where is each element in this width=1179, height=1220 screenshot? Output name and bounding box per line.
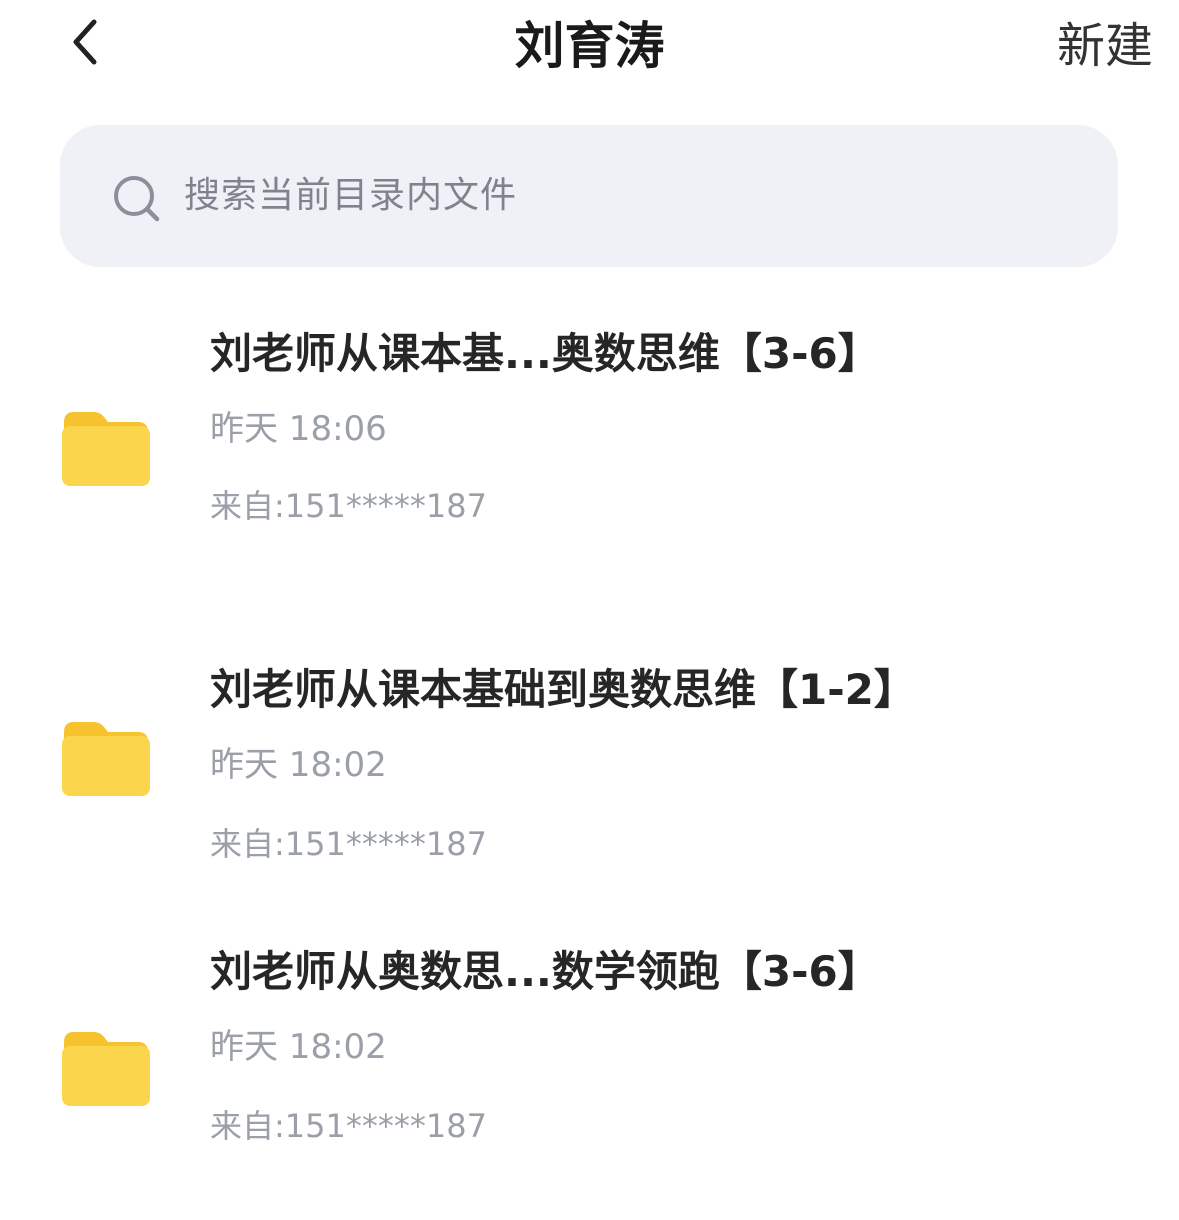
- header-bar: 刘育涛 新建: [0, 0, 1179, 100]
- file-time: 昨天 18:02: [210, 1027, 387, 1067]
- page-title: 刘育涛: [514, 17, 665, 75]
- file-name: 刘老师从课本基...奥数思维【3-6】: [210, 329, 880, 378]
- file-source: 来自:151*****187: [210, 825, 487, 863]
- folder-icon: [60, 718, 150, 798]
- search-icon: [110, 170, 166, 226]
- folder-icon: [60, 1028, 150, 1108]
- file-name: 刘老师从课本基础到奥数思维【1-2】: [210, 665, 916, 714]
- file-source: 来自:151*****187: [210, 1107, 487, 1145]
- list-item[interactable]: 刘老师从奥数思...数学领跑【3-6】 昨天 18:02 来自:151*****…: [0, 940, 1179, 1220]
- file-time: 昨天 18:06: [210, 409, 387, 449]
- new-button[interactable]: 新建: [1057, 14, 1153, 78]
- file-time: 昨天 18:02: [210, 745, 387, 785]
- list-item[interactable]: 刘老师从课本基础到奥数思维【1-2】 昨天 18:02 来自:151*****1…: [0, 658, 1179, 938]
- file-source: 来自:151*****187: [210, 487, 487, 525]
- list-item[interactable]: 刘老师从课本基...奥数思维【3-6】 昨天 18:06 来自:151*****…: [0, 320, 1179, 600]
- folder-icon: [60, 408, 150, 488]
- file-name: 刘老师从奥数思...数学领跑【3-6】: [210, 947, 880, 996]
- search-placeholder[interactable]: 搜索当前目录内文件: [184, 170, 517, 222]
